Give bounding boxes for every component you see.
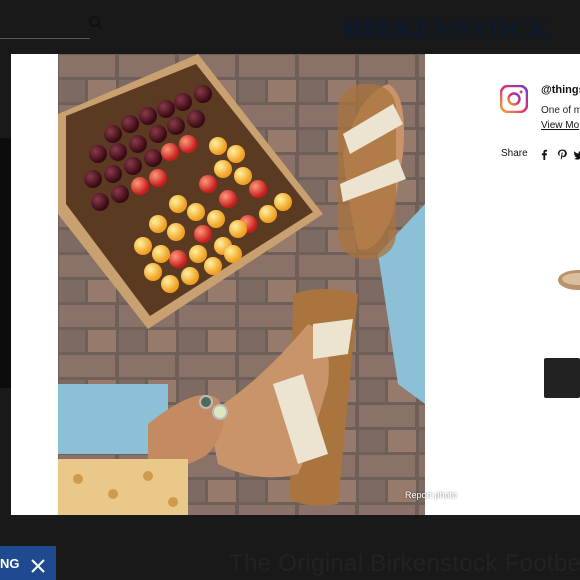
view-more-link[interactable]: View Mo bbox=[541, 120, 579, 131]
product-photo bbox=[58, 54, 425, 515]
instagram-icon bbox=[500, 85, 528, 113]
report-photo-link[interactable]: Report photo bbox=[405, 490, 457, 500]
pinterest-icon[interactable] bbox=[557, 149, 568, 160]
instagram-handle[interactable]: @things bbox=[541, 84, 580, 96]
twitter-icon[interactable] bbox=[574, 150, 580, 160]
shop-product-button[interactable] bbox=[544, 358, 580, 398]
product-thumbnail[interactable] bbox=[556, 260, 580, 300]
instagram-photo-modal: Report photo @things One of m View Mo Sh… bbox=[11, 54, 580, 515]
promo-label: NG bbox=[0, 555, 20, 571]
close-icon[interactable] bbox=[31, 559, 45, 573]
facebook-icon[interactable] bbox=[539, 149, 549, 160]
brand-logo[interactable]: BIRKENSTOCK bbox=[343, 16, 548, 43]
search-icon[interactable] bbox=[88, 15, 104, 31]
page-side-image bbox=[0, 138, 11, 388]
page-title: The Original Birkenstock Footbe bbox=[229, 550, 580, 577]
share-label: Share bbox=[501, 148, 528, 159]
promo-banner[interactable]: NG bbox=[0, 546, 56, 580]
instagram-description: One of m bbox=[541, 105, 580, 116]
search-field-underline[interactable] bbox=[0, 38, 90, 39]
